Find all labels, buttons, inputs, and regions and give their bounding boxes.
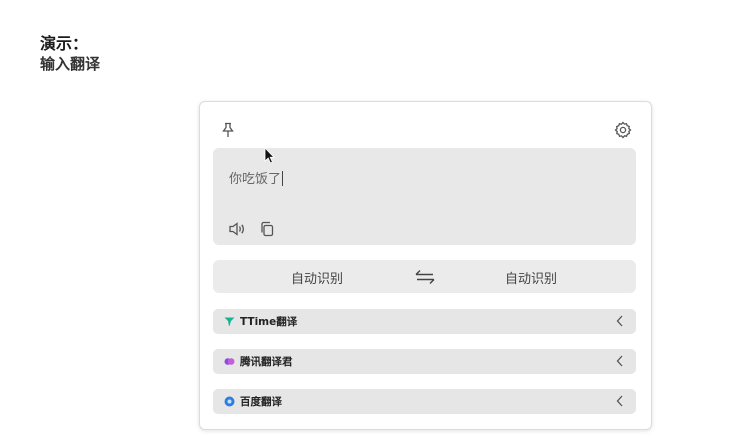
mouse-cursor-icon xyxy=(264,147,275,164)
target-language-select[interactable]: 自动识别 xyxy=(505,268,557,287)
text-caret xyxy=(282,171,284,186)
pin-icon[interactable] xyxy=(218,120,238,140)
swap-arrows-icon[interactable] xyxy=(414,269,436,285)
source-text-area[interactable]: 你吃饭了 xyxy=(213,148,636,245)
language-bar: 自动识别 自动识别 xyxy=(213,260,636,293)
demo-title: 演示： xyxy=(40,34,89,53)
source-text-input[interactable]: 你吃饭了 xyxy=(229,168,284,187)
engine-name: TTime翻译 xyxy=(240,316,298,328)
engine-name: 百度翻译 xyxy=(240,396,282,408)
copy-icon[interactable] xyxy=(257,219,277,239)
engine-name: 腾讯翻译君 xyxy=(240,356,293,368)
tencent-logo-icon xyxy=(224,358,235,365)
engine-row-baidu[interactable]: 百度翻译 xyxy=(213,389,636,414)
engine-row-tencent[interactable]: 腾讯翻译君 xyxy=(213,349,636,374)
chevron-left-icon[interactable] xyxy=(614,314,626,328)
chevron-left-icon[interactable] xyxy=(614,394,626,408)
speaker-icon[interactable] xyxy=(227,219,247,239)
ttime-logo-icon xyxy=(224,317,235,326)
baidu-logo-icon xyxy=(224,396,235,407)
engine-row-ttime[interactable]: TTime翻译 xyxy=(213,309,636,334)
gear-icon[interactable] xyxy=(613,120,633,140)
demo-subtitle: 输入翻译 xyxy=(40,55,101,73)
chevron-left-icon[interactable] xyxy=(614,354,626,368)
source-language-select[interactable]: 自动识别 xyxy=(291,268,343,287)
